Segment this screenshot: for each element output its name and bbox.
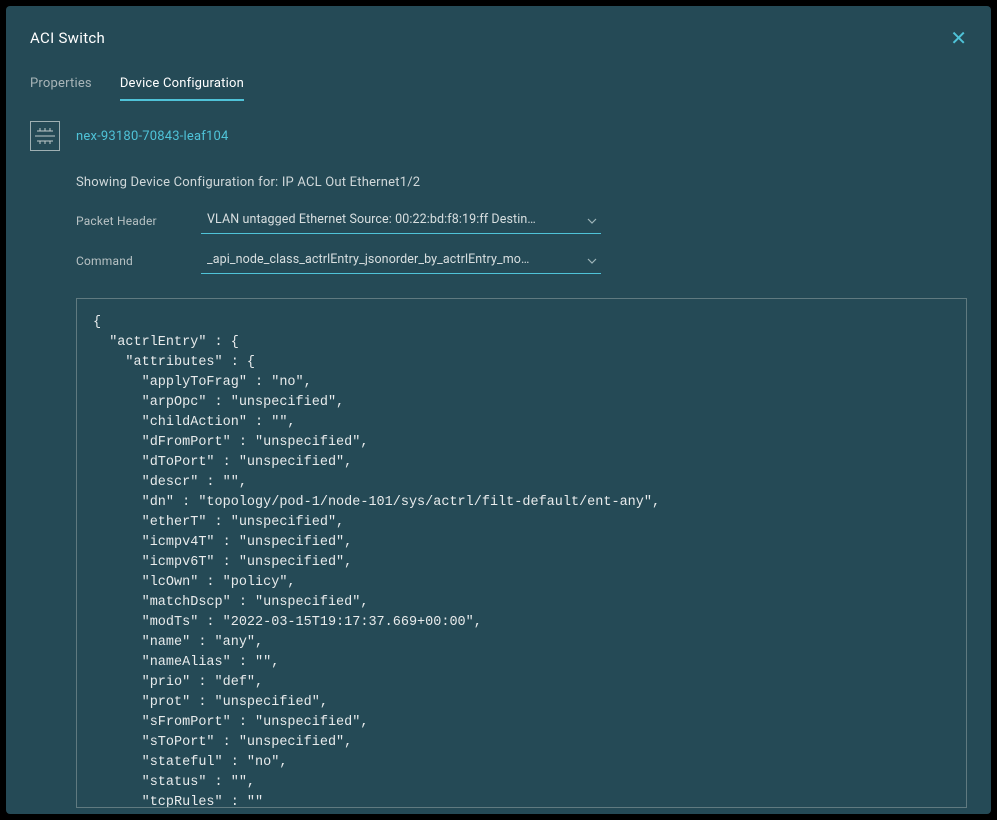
- code-content: { "actrlEntry" : { "attributes" : { "app…: [93, 313, 950, 808]
- modal-header: ACI Switch ✕: [6, 6, 991, 60]
- device-name-link[interactable]: nex-93180-70843-leaf104: [76, 129, 229, 144]
- command-value: _api_node_class_actrlEntry_jsonorder_by_…: [207, 252, 577, 267]
- tab-device-configuration[interactable]: Device Configuration: [120, 76, 244, 101]
- tab-properties[interactable]: Properties: [30, 76, 92, 101]
- device-row: nex-93180-70843-leaf104: [6, 101, 991, 159]
- packet-header-value: VLAN untagged Ethernet Source: 00:22:bd:…: [207, 212, 577, 227]
- modal-dialog: ACI Switch ✕ Properties Device Configura…: [6, 6, 991, 814]
- tab-bar: Properties Device Configuration: [6, 60, 991, 101]
- packet-header-row: Packet Header VLAN untagged Ethernet Sou…: [6, 198, 991, 238]
- command-label: Command: [76, 254, 181, 268]
- packet-header-label: Packet Header: [76, 214, 181, 228]
- command-row: Command _api_node_class_actrlEntry_jsono…: [6, 238, 991, 278]
- command-dropdown[interactable]: _api_node_class_actrlEntry_jsonorder_by_…: [201, 248, 601, 274]
- code-output-panel[interactable]: { "actrlEntry" : { "attributes" : { "app…: [76, 298, 967, 808]
- close-icon[interactable]: ✕: [950, 28, 967, 48]
- chevron-down-icon: [587, 216, 597, 226]
- config-description: Showing Device Configuration for: IP ACL…: [6, 159, 991, 198]
- switch-icon: [30, 121, 60, 151]
- chevron-down-icon: [587, 256, 597, 266]
- modal-title: ACI Switch: [30, 29, 105, 47]
- packet-header-dropdown[interactable]: VLAN untagged Ethernet Source: 00:22:bd:…: [201, 208, 601, 234]
